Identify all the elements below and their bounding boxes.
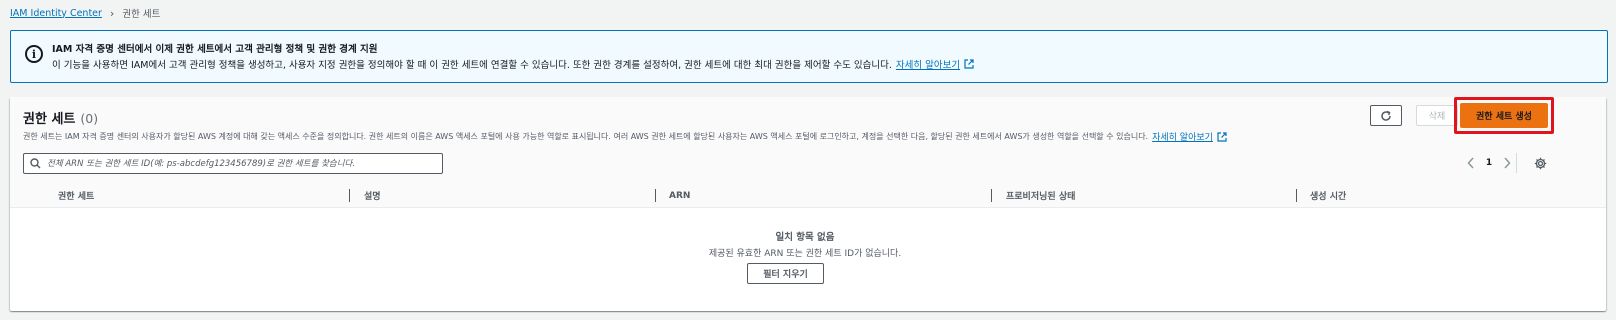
clear-filter-button[interactable]: 필터 지우기 [747,263,824,284]
column-divider[interactable] [1296,189,1297,202]
search-icon [30,158,41,169]
search-input[interactable] [47,158,442,169]
external-link-icon [964,59,974,69]
banner-learn-more-link[interactable]: 자세히 알아보기 [896,57,974,71]
table-header: 권한 세트 설명 ARN 프로비저닝된 상태 생성 시간 [10,183,1606,208]
empty-state-title: 일치 항목 없음 [775,232,835,243]
pager-divider [1516,153,1517,173]
refresh-button[interactable] [1370,105,1402,126]
banner-learn-more-label: 자세히 알아보기 [895,60,961,71]
breadcrumb: IAM Identity Center › 권한 세트 [10,6,161,21]
delete-button[interactable]: 삭제 [1416,105,1458,126]
chevron-right-icon [1504,157,1511,169]
banner-body: 이 기능을 사용하면 IAM에서 고객 관리형 정책을 생성하고, 사용자 지정… [52,57,974,71]
chevron-right-icon: › [109,6,115,20]
previous-page-button[interactable] [1462,154,1480,172]
breadcrumb-current: 권한 세트 [122,9,161,20]
column-header-permission-set[interactable]: 권한 세트 [58,183,94,208]
banner-text: 이 기능을 사용하면 IAM에서 고객 관리형 정책을 생성하고, 사용자 지정… [52,60,892,71]
panel-learn-more-label: 자세히 알아보기 [1152,133,1213,143]
refresh-icon [1381,110,1391,121]
column-header-provisioning-status[interactable]: 프로비저닝된 상태 [1006,183,1075,208]
column-header-arn[interactable]: ARN [669,183,690,208]
current-page-number[interactable]: 1 [1480,158,1498,168]
breadcrumb-link-iam-identity-center[interactable]: IAM Identity Center [10,8,102,19]
chevron-left-icon [1467,157,1474,169]
panel-description: 권한 세트는 IAM 자격 증명 센터의 사용자가 할당된 AWS 계정에 대해… [23,130,1227,143]
info-icon: i [25,45,43,63]
panel-count: (0) [80,111,99,126]
banner-title: IAM 자격 증명 센터에서 이제 권한 세트에서 고객 관리형 정책 및 권한… [52,44,378,55]
panel-title: 권한 세트 (0) [23,108,98,127]
info-banner: i IAM 자격 증명 센터에서 이제 권한 세트에서 고객 관리형 정책 및 … [10,30,1608,83]
create-permission-set-button[interactable]: 권한 세트 생성 [1460,103,1548,128]
permission-sets-panel: 권한 세트 (0) 권한 세트는 IAM 자격 증명 센터의 사용자가 할당된 … [10,97,1606,311]
column-divider[interactable] [991,189,992,202]
next-page-button[interactable] [1498,154,1516,172]
column-divider[interactable] [655,189,656,202]
empty-state-description: 제공된 유효한 ARN 또는 권한 세트 ID가 없습니다. [708,249,902,259]
pagination: 1 [1462,154,1516,172]
column-divider[interactable] [349,189,350,202]
panel-title-text: 권한 세트 [23,112,76,127]
column-header-creation-time[interactable]: 생성 시간 [1310,183,1346,208]
gear-icon [1534,157,1546,169]
search-field[interactable] [23,153,443,174]
panel-learn-more-link[interactable]: 자세히 알아보기 [1152,130,1227,143]
panel-description-text: 권한 세트는 IAM 자격 증명 센터의 사용자가 할당된 AWS 계정에 대해… [23,132,1149,141]
column-header-description[interactable]: 설명 [364,183,381,208]
external-link-icon [1217,131,1227,142]
table-settings-button[interactable] [1531,154,1549,172]
